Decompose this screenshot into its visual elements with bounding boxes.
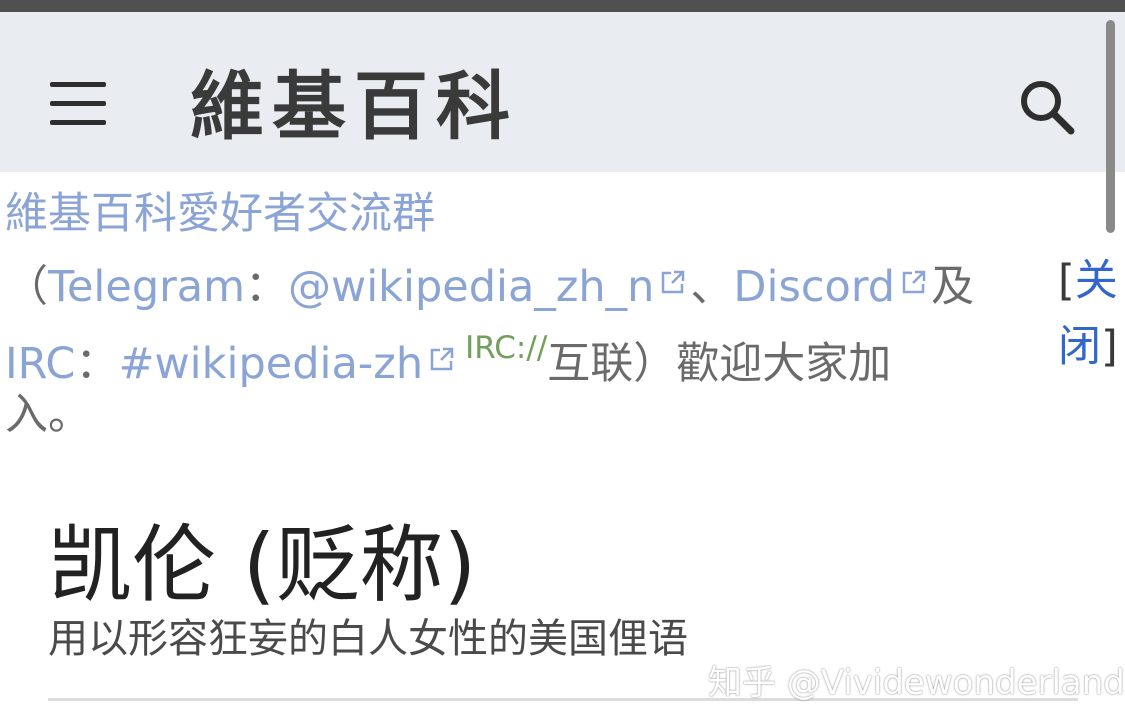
header-bar: 維基百科	[0, 12, 1125, 172]
article-subtitle: 用以形容狂妄的白人女性的美国俚语	[48, 616, 688, 662]
bracket-open: [	[1058, 256, 1075, 306]
telegram-label[interactable]: Telegram	[48, 262, 245, 312]
bracket-close: ]	[1101, 322, 1118, 372]
scrollbar[interactable]	[1106, 20, 1115, 233]
status-strip	[0, 0, 1125, 12]
external-link-icon	[429, 325, 455, 371]
telegram-link[interactable]: @wikipedia_zh_n	[288, 262, 654, 312]
search-icon[interactable]	[1018, 78, 1076, 136]
external-link-icon	[901, 248, 927, 294]
watermark: 知乎 @Vividewonderland	[708, 663, 1125, 703]
banner-title-link[interactable]: 維基百科愛好者交流群	[5, 182, 435, 246]
close-link-part-2[interactable]: 闭	[1058, 322, 1101, 372]
open-paren: （	[5, 262, 48, 312]
discord-link[interactable]: Discord	[733, 262, 895, 312]
banner-line-1: （Telegram：@wikipedia_zh_n 、Discord 及	[5, 248, 974, 314]
external-link-icon	[660, 248, 686, 294]
site-title[interactable]: 維基百科	[190, 57, 518, 157]
banner-line-3: 入。	[5, 390, 91, 440]
close-link-part-1[interactable]: 关	[1075, 256, 1118, 306]
and-text: 及	[931, 262, 975, 312]
article-title: 凯伦 (贬称)	[48, 516, 477, 614]
separator: 、	[690, 262, 734, 312]
banner-text-welcome: 互联）歡迎大家加	[547, 339, 892, 389]
hamburger-menu-icon[interactable]	[50, 82, 106, 126]
irc-link[interactable]: #wikipedia-zh	[118, 339, 423, 389]
banner-line-2: IRC：#wikipedia-zh IRC://互联）歡迎大家加	[5, 315, 891, 389]
colon-1: ：	[245, 262, 289, 312]
close-notice: [关 闭]	[1058, 248, 1122, 380]
irc-protocol-tag: IRC://	[465, 330, 548, 366]
